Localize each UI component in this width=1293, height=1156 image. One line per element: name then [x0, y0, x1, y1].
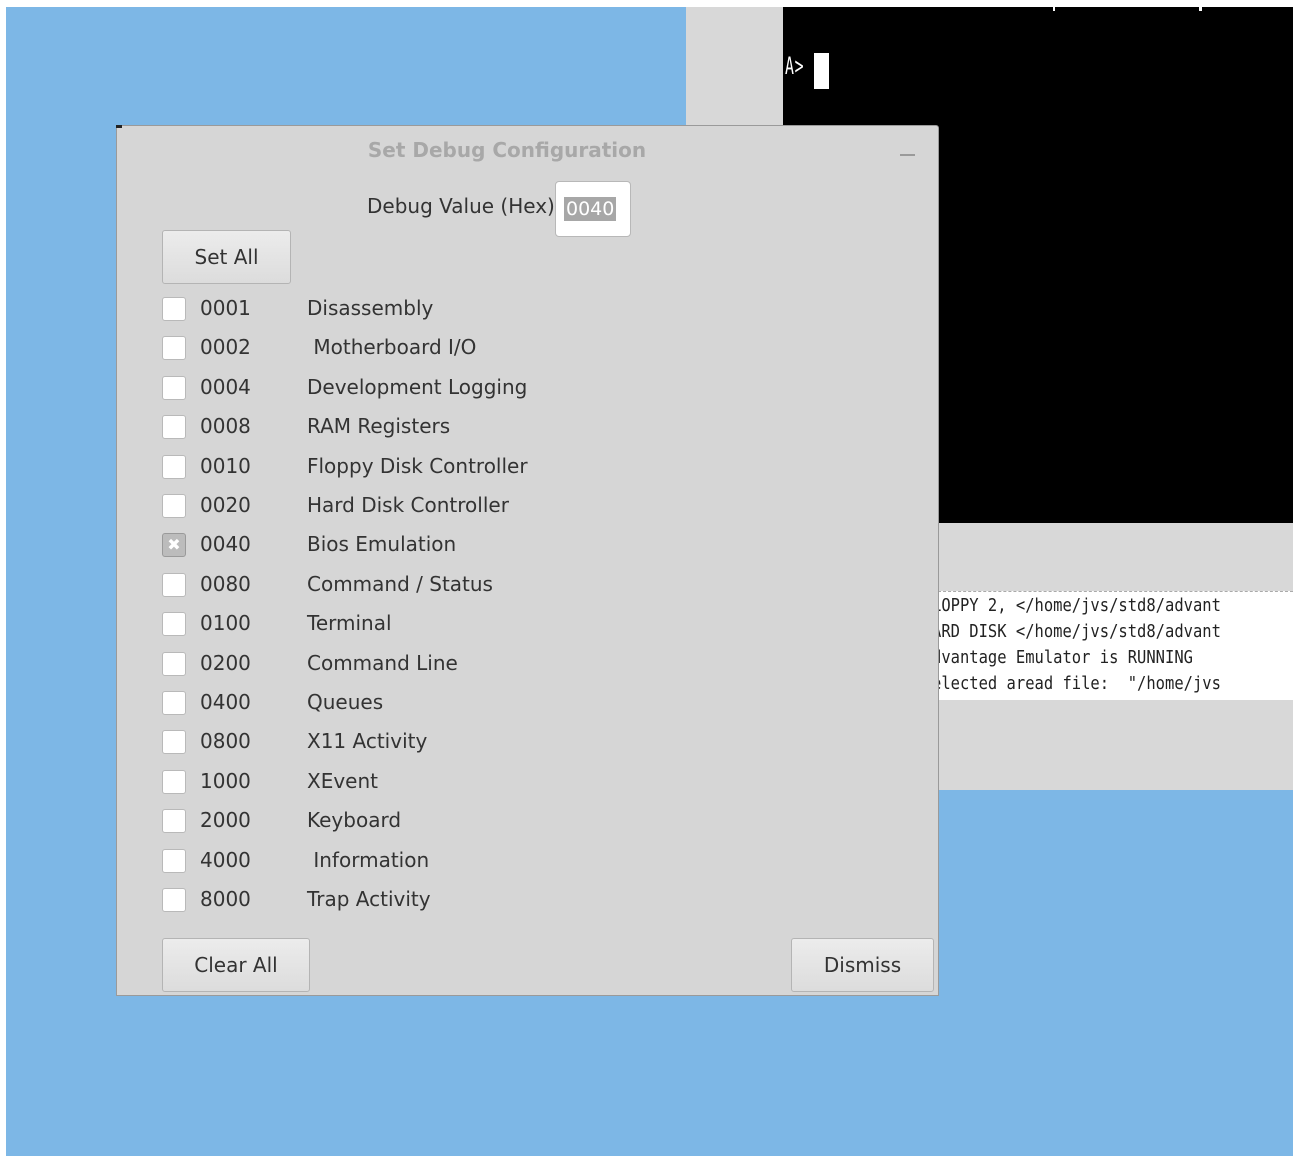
debug-option-row[interactable]: 0200 Command Line [162, 651, 622, 681]
dialog-title: Set Debug Configuration [367, 138, 647, 162]
debug-option-row[interactable]: 0080 Command / Status [162, 572, 622, 602]
debug-option-checkbox[interactable] [162, 494, 186, 518]
debug-option-checkbox[interactable] [162, 336, 186, 361]
log-line: elected aread file: "/home/jvs [938, 673, 1221, 694]
debug-option-label: Bios Emulation [307, 532, 457, 557]
debug-option-code: 0200 [200, 650, 251, 675]
debug-option-code: 4000 [200, 847, 251, 872]
debug-option-checkbox[interactable]: ✖ [162, 533, 186, 558]
debug-option-row[interactable]: 0100 Terminal [162, 611, 622, 641]
debug-option-label: Hard Disk Controller [307, 493, 509, 517]
log-line: ARD DISK </home/jvs/std8/advant [938, 621, 1221, 642]
debug-option-row[interactable]: 8000 Trap Activity [162, 887, 622, 917]
log-line: LOPPY 2, </home/jvs/std8/advant [938, 595, 1221, 616]
debug-option-checkbox[interactable] [162, 848, 186, 873]
minimize-icon[interactable] [900, 154, 915, 156]
debug-value-label: Debug Value (Hex) [367, 194, 555, 218]
debug-option-checkbox[interactable] [162, 612, 186, 637]
debug-option-row[interactable]: ✖ 0040 Bios Emulation [162, 532, 622, 562]
window-corner-marker [116, 125, 122, 128]
debug-value-text: 0040 [564, 197, 617, 221]
debug-option-label: XEvent [307, 768, 378, 793]
debug-option-label: Command Line [307, 650, 458, 675]
debug-option-row[interactable]: 0400 Queues [162, 690, 622, 720]
debug-option-row[interactable]: 2000 Keyboard [162, 808, 622, 838]
log-line: dvantage Emulator is RUNNING [938, 647, 1193, 668]
clear-all-button[interactable]: Clear All [162, 938, 310, 992]
debug-option-label: Keyboard [307, 808, 402, 833]
terminal-marker [1053, 7, 1055, 11]
debug-option-code: 0001 [200, 296, 251, 320]
debug-option-row[interactable]: 0010 Floppy Disk Controller [162, 454, 622, 484]
debug-config-dialog: Set Debug Configuration Debug Value (Hex… [116, 125, 939, 996]
check-x-icon: ✖ [167, 535, 181, 555]
debug-option-row[interactable]: 0008 RAM Registers [162, 414, 622, 444]
debug-option-checkbox[interactable] [162, 415, 186, 440]
debug-option-code: 0800 [200, 729, 251, 754]
debug-option-label: RAM Registers [307, 414, 451, 439]
debug-option-row[interactable]: 0020 Hard Disk Controller [162, 493, 622, 523]
debug-option-checkbox[interactable] [162, 454, 186, 479]
debug-option-checkbox[interactable] [162, 691, 186, 715]
debug-option-row[interactable]: 1000 XEvent [162, 769, 622, 799]
debug-option-row[interactable]: 0002 Motherboard I/O [162, 335, 622, 365]
debug-option-label: Disassembly [307, 296, 434, 320]
debug-option-checkbox[interactable] [162, 769, 186, 794]
debug-option-code: 0100 [200, 611, 251, 636]
debug-option-checkbox[interactable] [162, 651, 186, 676]
debug-option-label: Command / Status [307, 571, 493, 596]
terminal-marker [1199, 7, 1202, 11]
debug-option-checkbox[interactable] [162, 297, 186, 321]
emulator-log-panel[interactable]: LOPPY 2, </home/jvs/std8/advant ARD DISK… [938, 591, 1293, 700]
debug-option-checkbox[interactable] [162, 888, 186, 912]
debug-option-label: Queues [307, 690, 384, 714]
debug-option-row[interactable]: 0001 Disassembly [162, 296, 622, 326]
dismiss-button[interactable]: Dismiss [791, 938, 934, 992]
debug-option-label: Development Logging [307, 374, 528, 399]
debug-option-code: 0002 [200, 335, 251, 360]
debug-option-code: 0080 [200, 571, 251, 596]
debug-option-row[interactable]: 0004 Development Logging [162, 375, 622, 405]
set-all-button[interactable]: Set All [162, 230, 291, 284]
debug-option-code: 2000 [200, 808, 251, 833]
debug-option-code: 8000 [200, 887, 251, 911]
debug-option-code: 1000 [200, 768, 251, 793]
debug-option-checkbox[interactable] [162, 375, 186, 400]
debug-option-code: 0010 [200, 453, 251, 478]
debug-value-input[interactable]: 0040 [555, 181, 631, 237]
debug-option-checkbox[interactable] [162, 730, 186, 755]
debug-option-label: Terminal [307, 611, 392, 636]
debug-option-code: 0008 [200, 414, 251, 439]
debug-option-checkbox[interactable] [162, 572, 186, 597]
debug-option-row[interactable]: 0800 X11 Activity [162, 729, 622, 759]
debug-option-checkbox[interactable] [162, 809, 186, 834]
debug-option-code: 0004 [200, 374, 251, 399]
debug-option-row[interactable]: 4000 Information [162, 848, 622, 878]
debug-option-label: Motherboard I/O [307, 335, 477, 360]
terminal-cursor [814, 53, 829, 89]
debug-option-label: Information [307, 847, 430, 872]
debug-option-code: 0040 [200, 532, 251, 557]
debug-option-label: X11 Activity [307, 729, 428, 754]
debug-option-code: 0020 [200, 493, 251, 517]
debug-option-label: Floppy Disk Controller [307, 453, 528, 478]
debug-option-label: Trap Activity [307, 887, 431, 911]
terminal-prompt: A> [785, 52, 805, 80]
debug-option-code: 0400 [200, 690, 251, 714]
